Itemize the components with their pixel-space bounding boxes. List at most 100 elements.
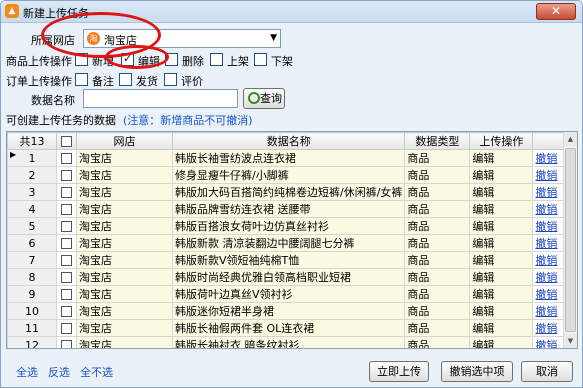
checkbox-icon[interactable] (61, 340, 72, 348)
row-checkbox[interactable] (56, 217, 77, 235)
checkbox-icon[interactable] (61, 170, 72, 181)
row-number: 6 (7, 234, 57, 252)
dropdown-arrow-icon[interactable]: ▼ (270, 33, 277, 43)
row-data-name: 韩版品牌雪纺连衣裙 送腰带 (171, 200, 406, 218)
table-row[interactable]: 2 淘宝店 修身显瘦牛仔裤/小脚裤 商品 编辑 撤销 (7, 166, 574, 184)
row-checkbox[interactable] (56, 268, 77, 286)
row-shop: 淘宝店 (76, 166, 173, 184)
table-row[interactable]: 12 淘宝店 韩版长袖衬衣 暗条纹衬衫 商品 编辑 撤销 (7, 336, 574, 348)
checkbox-delist-label: 下架 (271, 55, 293, 68)
table-row[interactable]: 9 淘宝店 韩版荷叶边真丝V领衬衫 商品 编辑 撤销 (7, 285, 574, 303)
row-number: 7 (7, 251, 57, 269)
row-upload-op: 编辑 (469, 268, 534, 286)
select-none-link[interactable]: 全不选 (80, 364, 113, 380)
header-data-name[interactable]: 数据名称 (171, 132, 406, 150)
row-number: 8 (7, 268, 57, 286)
checkbox-icon[interactable] (61, 238, 72, 249)
table-row[interactable]: 10 淘宝店 韩版迷你短裙半身裙 商品 编辑 撤销 (7, 302, 574, 320)
window-title: 新建上传任务 (23, 7, 89, 20)
warning-hint: (注意：新增商品不可撤消) (123, 114, 253, 127)
product-ops-label: 商品上传操作 (6, 55, 72, 68)
row-upload-op: 编辑 (469, 336, 534, 348)
checkbox-add[interactable] (75, 53, 88, 66)
row-checkbox[interactable] (56, 319, 77, 337)
table-row[interactable]: 7 淘宝店 韩版新款V领短袖纯棉T恤 商品 编辑 撤销 (7, 251, 574, 269)
row-shop: 淘宝店 (76, 251, 173, 269)
upload-now-button[interactable]: 立即上传 (369, 361, 429, 382)
checkbox-remark[interactable] (75, 73, 88, 86)
checkbox-icon[interactable] (61, 153, 72, 164)
close-button[interactable]: ✕ (536, 3, 576, 20)
checkbox-delist[interactable] (254, 53, 267, 66)
row-number-text: 6 (28, 236, 36, 250)
checkbox-edit[interactable] (121, 52, 134, 66)
checkbox-list[interactable] (210, 53, 223, 66)
row-checkbox[interactable] (56, 166, 77, 184)
row-number: 3 (7, 183, 57, 201)
row-number: ▶ 1 (7, 149, 57, 167)
row-checkbox[interactable] (56, 183, 77, 201)
header-shop[interactable]: 网店 (76, 132, 173, 150)
checkbox-icon[interactable] (61, 221, 72, 232)
row-upload-op: 编辑 (469, 302, 534, 320)
row-upload-op: 编辑 (469, 200, 534, 218)
row-number-text: 8 (28, 270, 36, 284)
row-checkbox[interactable] (56, 336, 77, 348)
shop-label: 所属网店 (31, 34, 75, 47)
table-row[interactable]: 4 淘宝店 韩版品牌雪纺连衣裙 送腰带 商品 编辑 撤销 (7, 200, 574, 218)
undo-selected-button[interactable]: 撤销选中项 (441, 361, 513, 382)
shop-select[interactable]: 淘 淘宝店 ▼ (83, 29, 281, 48)
row-checkbox[interactable] (56, 200, 77, 218)
invert-selection-link[interactable]: 反选 (48, 364, 70, 380)
table-row[interactable]: 8 淘宝店 韩版时尚经典优雅白领高档职业短裙 商品 编辑 撤销 (7, 268, 574, 286)
row-shop: 淘宝店 (76, 285, 173, 303)
upload-data-grid[interactable]: 共13 网店 数据名称 数据类型 上传操作 ▶ 1 淘宝店 韩版长袖雪纺波点连衣裙 商品… (6, 131, 578, 349)
scroll-down-icon[interactable]: ▼ (564, 334, 577, 348)
scroll-thumb[interactable] (565, 148, 576, 332)
query-button-label: 查询 (260, 92, 282, 105)
checkbox-ship[interactable] (119, 73, 132, 86)
checkbox-review[interactable] (164, 73, 177, 86)
table-row[interactable]: ▶ 1 淘宝店 韩版长袖雪纺波点连衣裙 商品 编辑 撤销 (7, 149, 574, 167)
row-number: 4 (7, 200, 57, 218)
vertical-scrollbar[interactable]: ▲ ▼ (563, 132, 577, 348)
row-data-name: 韩版荷叶边真丝V领衬衫 (171, 285, 406, 303)
row-shop: 淘宝店 (76, 268, 173, 286)
table-row[interactable]: 3 淘宝店 韩版加大码百搭简约纯棉卷边短裤/休闲裤/女裤 商品 编辑 撤销 (7, 183, 574, 201)
row-checkbox[interactable] (56, 149, 77, 167)
checkbox-icon[interactable] (61, 204, 72, 215)
checkbox-edit-label: 编辑 (138, 55, 160, 68)
header-upload-op[interactable]: 上传操作 (469, 132, 534, 150)
checkbox-delete-label: 删除 (182, 55, 204, 68)
row-number-text: 3 (28, 185, 36, 199)
scroll-up-icon[interactable]: ▲ (564, 132, 577, 146)
row-data-type: 商品 (404, 234, 471, 252)
checkbox-icon[interactable] (61, 323, 72, 334)
row-checkbox[interactable] (56, 251, 77, 269)
checkbox-icon[interactable] (61, 187, 72, 198)
checkbox-delete[interactable] (165, 53, 178, 66)
table-row[interactable]: 11 淘宝店 韩版长袖假两件套 OL连衣裙 商品 编辑 撤销 (7, 319, 574, 337)
row-checkbox[interactable] (56, 285, 77, 303)
row-number-text: 7 (28, 253, 36, 267)
row-shop: 淘宝店 (76, 319, 173, 337)
header-select-all-checkbox[interactable] (56, 132, 77, 150)
table-row[interactable]: 6 淘宝店 韩版新款 清凉装翻边中腰阔腿七分裤 商品 编辑 撤销 (7, 234, 574, 252)
row-checkbox[interactable] (56, 302, 77, 320)
table-row[interactable]: 5 淘宝店 韩版百搭浪女荷叶边仿真丝衬衫 商品 编辑 撤销 (7, 217, 574, 235)
checkbox-icon[interactable] (61, 289, 72, 300)
data-name-input[interactable] (83, 89, 238, 108)
header-data-type[interactable]: 数据类型 (404, 132, 471, 150)
row-data-name: 韩版加大码百搭简约纯棉卷边短裤/休闲裤/女裤 (171, 183, 406, 201)
row-data-name: 韩版长袖假两件套 OL连衣裙 (171, 319, 406, 337)
query-button[interactable]: 查询 (243, 88, 285, 109)
row-checkbox[interactable] (56, 234, 77, 252)
checkbox-icon[interactable] (61, 272, 72, 283)
row-upload-op: 编辑 (469, 234, 534, 252)
row-shop: 淘宝店 (76, 183, 173, 201)
checkbox-icon[interactable] (61, 306, 72, 317)
row-data-type: 商品 (404, 217, 471, 235)
checkbox-icon[interactable] (61, 255, 72, 266)
select-all-link[interactable]: 全选 (16, 364, 38, 380)
cancel-button[interactable]: 取消 (521, 361, 573, 382)
